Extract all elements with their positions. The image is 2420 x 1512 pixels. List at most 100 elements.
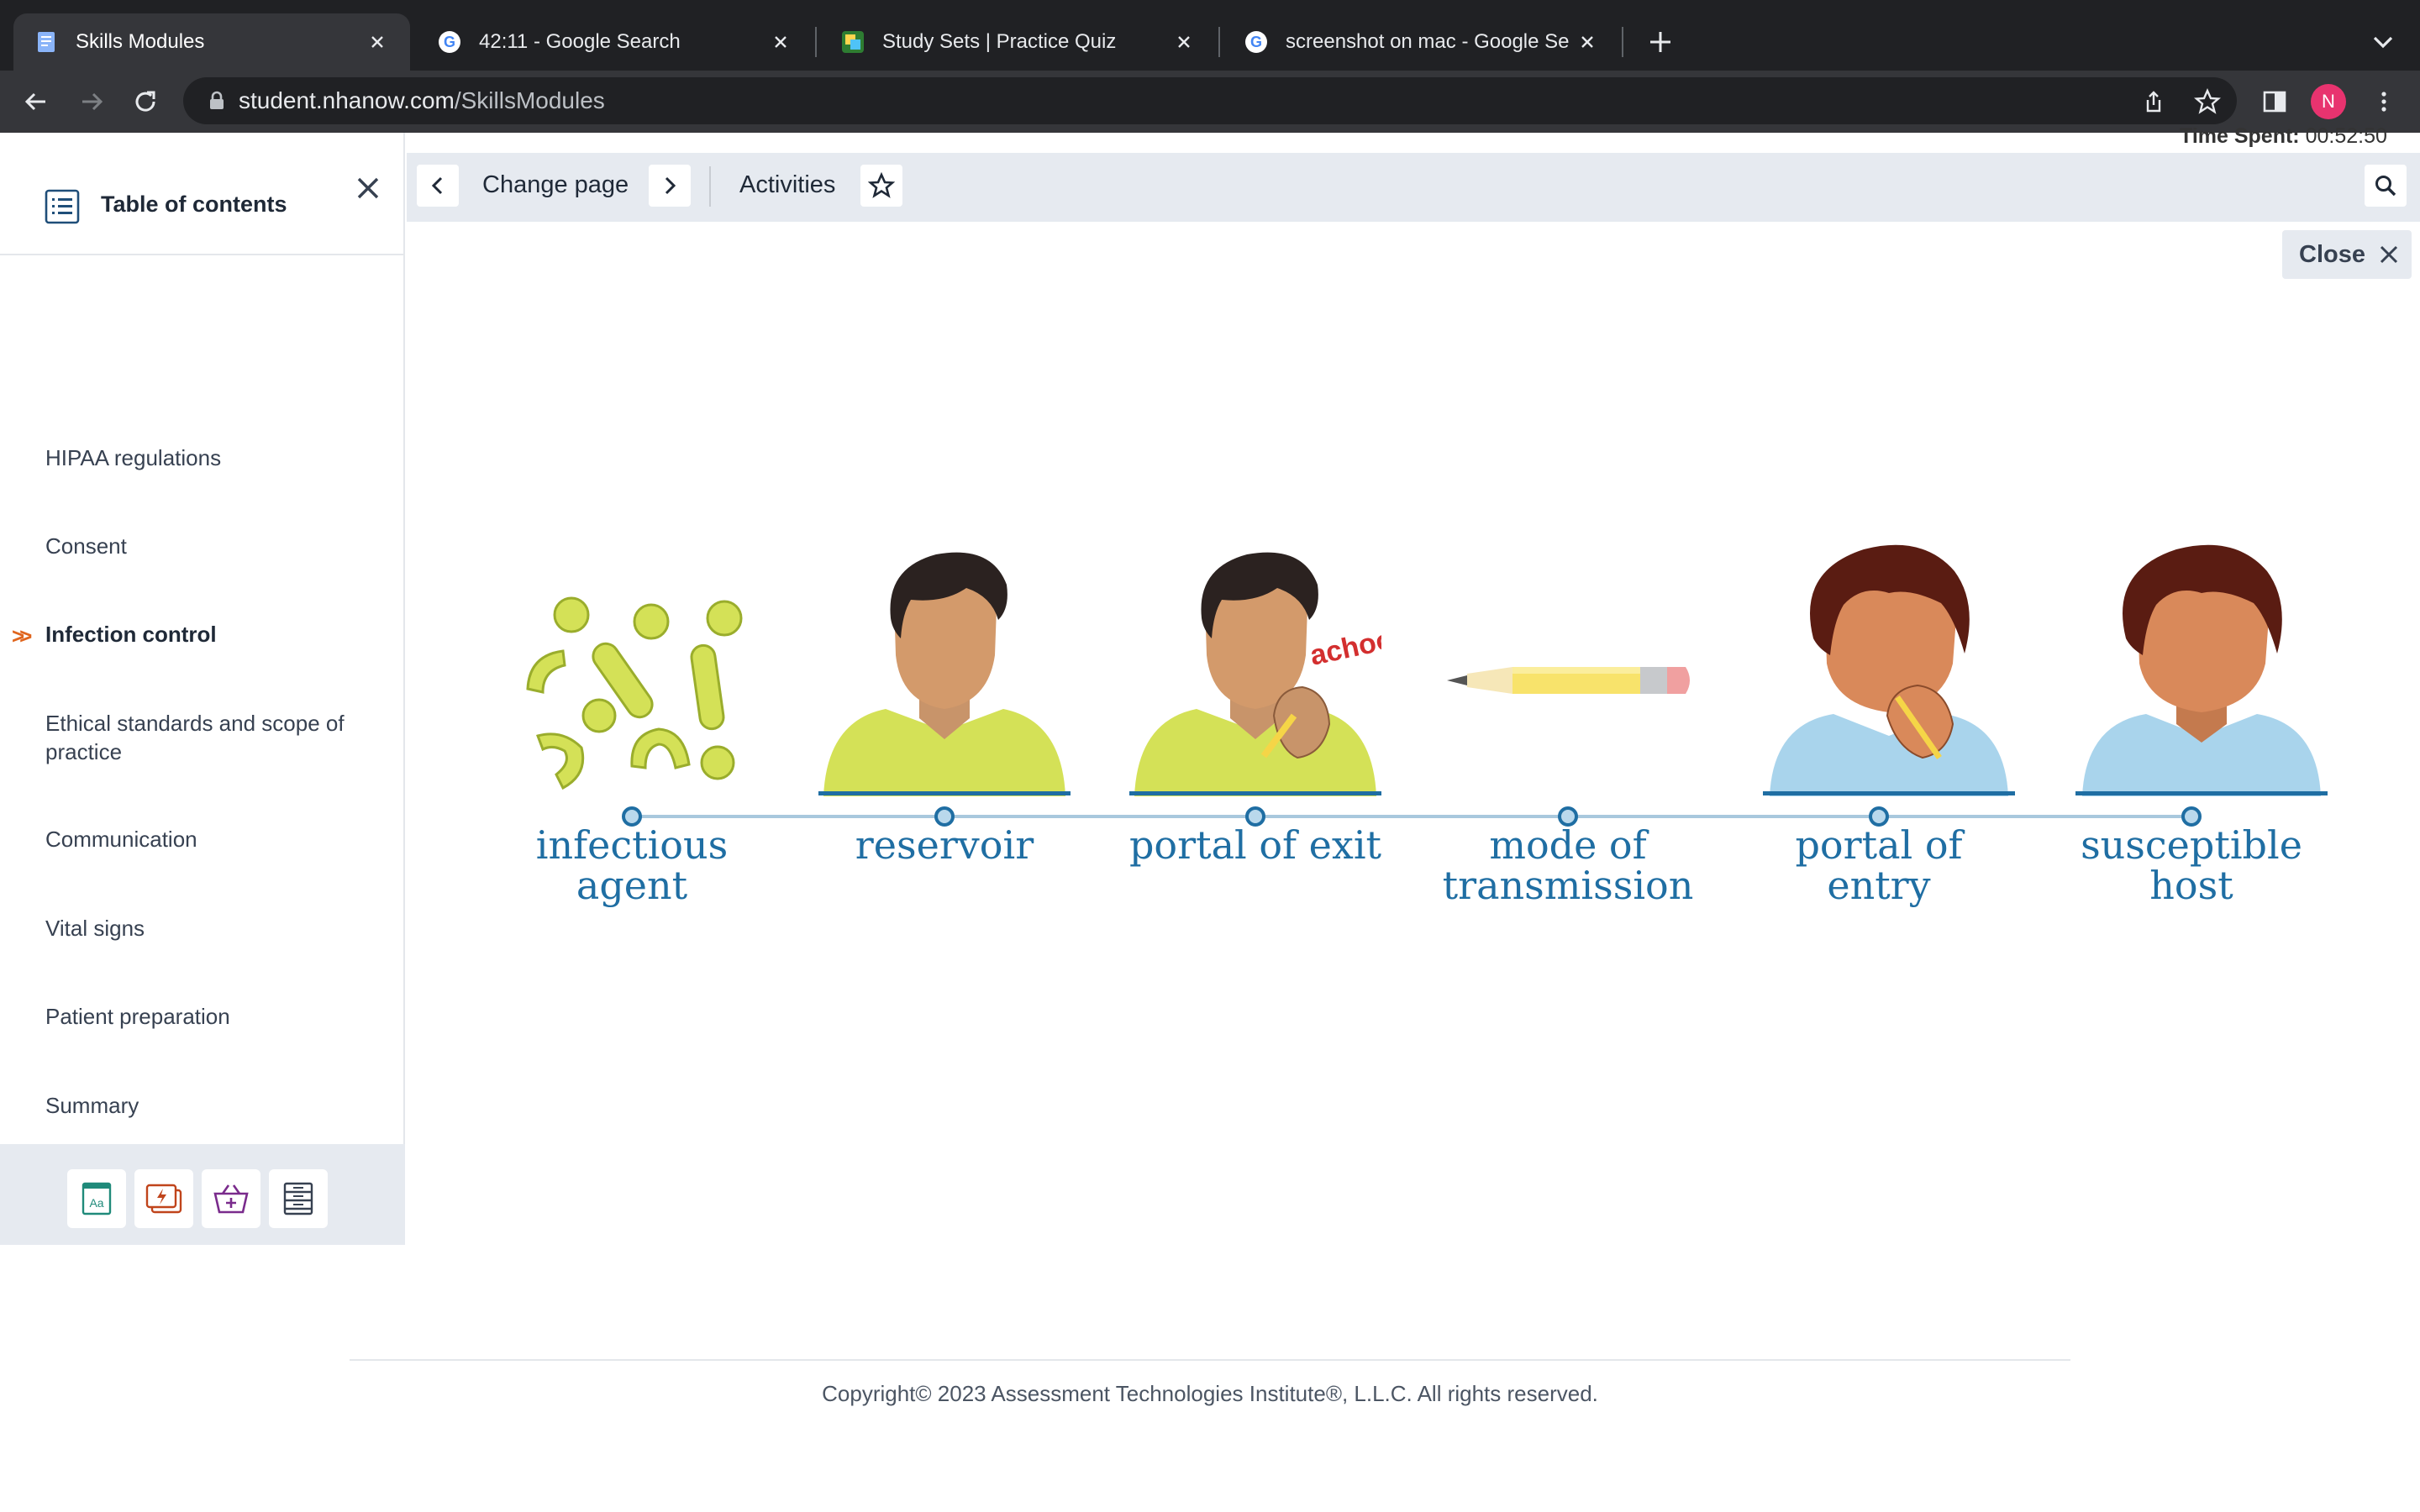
new-tab-icon[interactable]	[1642, 24, 1679, 60]
germs-icon	[526, 596, 743, 790]
svg-text:G: G	[444, 34, 455, 50]
bookmark-star-icon[interactable]	[2190, 84, 2225, 119]
current-item-marker: >>	[12, 623, 33, 648]
label-line: host	[2149, 863, 2233, 908]
chevron-left-icon	[431, 176, 443, 195]
chain-label-reservoir: reservoir	[810, 825, 1079, 865]
label-line: reservoir	[855, 822, 1034, 868]
profile-avatar[interactable]: N	[2311, 84, 2346, 119]
google-icon: G	[1245, 31, 1267, 53]
share-icon[interactable]	[2136, 84, 2171, 119]
sneeze-text: achoo!	[1307, 621, 1381, 671]
change-page-label: Change page	[482, 171, 629, 198]
close-label: Close	[2299, 240, 2365, 268]
chevron-right-icon	[665, 176, 676, 195]
forward-icon[interactable]	[74, 84, 109, 119]
list-icon	[45, 189, 80, 224]
close-tab-icon[interactable]	[1171, 29, 1197, 55]
url-path: /SkillsModules	[454, 87, 605, 113]
time-spent: Time Spent: 00:52:50	[2180, 124, 2387, 149]
toc-item-communication[interactable]: Communication	[45, 825, 365, 853]
toc-item-vital-signs[interactable]: Vital signs	[45, 914, 365, 942]
back-icon[interactable]	[18, 84, 54, 119]
document-icon	[38, 32, 55, 52]
label-line: portal of entry	[1795, 822, 1963, 908]
label-line: portal of exit	[1128, 822, 1382, 868]
toolbar-divider	[709, 166, 711, 207]
previous-page-button[interactable]	[417, 165, 459, 207]
next-page-button[interactable]	[649, 165, 691, 207]
close-icon	[2380, 245, 2398, 264]
tab-google-search[interactable]: G 42:11 - Google Search	[417, 13, 813, 71]
basket-icon	[213, 1184, 249, 1214]
chain-of-infection: achoo! infectious agent reservoir portal …	[504, 538, 2328, 924]
svg-text:G: G	[1250, 34, 1262, 50]
time-spent-value: 00:52:50	[2305, 124, 2387, 148]
toc-item-hipaa[interactable]: HIPAA regulations	[45, 444, 365, 472]
person-icon	[818, 552, 1071, 796]
glossary-button[interactable]: Aa	[67, 1169, 126, 1228]
toc-item-summary[interactable]: Summary	[45, 1091, 365, 1120]
activities-button[interactable]: Activities	[739, 171, 835, 199]
chain-label-infectious-agent: infectious agent	[497, 825, 766, 906]
flashcards-icon	[145, 1184, 182, 1214]
close-button[interactable]: Close	[2282, 230, 2412, 279]
chain-label-portal-of-entry: portal of entry	[1744, 825, 2013, 906]
more-menu-icon[interactable]	[2366, 84, 2402, 119]
sidebar-tools: Aa	[0, 1144, 405, 1245]
chain-label-portal-of-exit: portal of exit	[1121, 825, 1390, 865]
close-tab-icon[interactable]	[1575, 29, 1600, 55]
tab-separator	[1218, 27, 1220, 57]
tab-separator	[815, 27, 817, 57]
flashcards-button[interactable]	[134, 1169, 193, 1228]
tab-screenshot-search[interactable]: G screenshot on mac - Google Se	[1223, 13, 1620, 71]
toc-title: Table of contents	[101, 192, 287, 217]
toc-item-consent[interactable]: Consent	[45, 532, 365, 560]
label-line: susceptible	[2081, 822, 2302, 868]
tab-title: 42:11 - Google Search	[479, 30, 681, 53]
close-tab-icon[interactable]	[365, 29, 390, 55]
tab-skills-modules[interactable]: Skills Modules	[13, 13, 410, 71]
reload-icon[interactable]	[128, 84, 163, 119]
label-line: transmission	[1442, 863, 1694, 908]
glossary-icon: Aa	[82, 1182, 112, 1215]
page-toolbar: Change page Activities	[407, 153, 2420, 222]
footer-divider	[350, 1359, 2070, 1361]
toc-item-patient-preparation[interactable]: Patient preparation	[45, 1002, 365, 1031]
time-spent-label: Time Spent:	[2180, 124, 2300, 148]
chain-label-susceptible-host: susceptible host	[2057, 825, 2326, 906]
notes-icon	[283, 1182, 313, 1215]
search-button[interactable]	[2365, 165, 2407, 207]
tab-title: Study Sets | Practice Quiz	[882, 30, 1117, 53]
url-text[interactable]: student.nhanow.com/SkillsModules	[239, 86, 605, 116]
url-host: student.nhanow.com	[239, 87, 455, 113]
tab-study-sets[interactable]: Study Sets | Practice Quiz	[820, 13, 1217, 71]
google-icon: G	[439, 31, 460, 53]
copyright-text: Copyright© 2023 Assessment Technologies …	[822, 1381, 1598, 1406]
table-of-contents-sidebar: Table of contents >> HIPAA regulations C…	[0, 133, 405, 1245]
svg-text:Aa: Aa	[89, 1196, 103, 1210]
notes-button[interactable]	[269, 1169, 328, 1228]
label-line: mode of	[1489, 822, 1647, 868]
close-tab-icon[interactable]	[768, 29, 793, 55]
host-person-icon	[2075, 544, 2328, 796]
toc-item-ethical-standards[interactable]: Ethical standards and scope of practice	[45, 709, 365, 766]
chain-connector-line	[630, 815, 2193, 818]
sneezing-person-icon: achoo!	[1129, 552, 1381, 796]
tab-title: Skills Modules	[76, 30, 205, 53]
close-icon[interactable]	[351, 171, 385, 205]
lock-icon[interactable]	[205, 89, 229, 113]
tab-separator	[1622, 27, 1623, 57]
toc-header: Table of contents	[0, 133, 403, 255]
person-touching-face-icon	[1763, 544, 2015, 796]
browser-tab-strip: Skills Modules G 42:11 - Google Search S…	[0, 0, 2420, 71]
label-line: agent	[576, 863, 688, 908]
quizlet-icon	[842, 31, 864, 53]
basket-button[interactable]	[202, 1169, 260, 1228]
side-panel-icon[interactable]	[2257, 84, 2292, 119]
chevron-down-icon[interactable]	[2366, 25, 2400, 59]
star-icon	[868, 172, 895, 198]
tab-title: screenshot on mac - Google Se	[1286, 30, 1570, 53]
toc-item-infection-control[interactable]: Infection control	[45, 620, 365, 648]
favorite-button[interactable]	[860, 165, 902, 207]
